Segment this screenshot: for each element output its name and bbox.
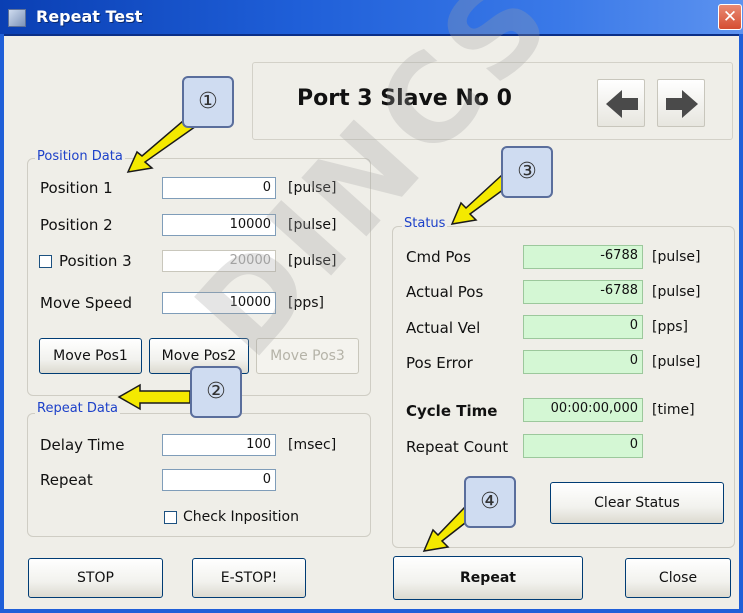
delay-time-label: Delay Time	[40, 436, 125, 454]
stop-button[interactable]: STOP	[28, 558, 163, 598]
status-label: Status	[402, 216, 448, 231]
actual-pos-label: Actual Pos	[406, 283, 484, 301]
check-inposition-label: Check Inposition	[183, 509, 299, 525]
callout-3: ③	[501, 146, 553, 198]
repeat-count-label: Repeat Count	[406, 438, 509, 456]
delay-time-unit: [msec]	[288, 437, 337, 453]
cmd-pos-value: -6788	[523, 245, 643, 269]
pos-error-unit: [pulse]	[652, 354, 701, 370]
position2-unit: [pulse]	[288, 217, 337, 233]
position1-label: Position 1	[40, 179, 113, 197]
arrow-right-icon	[666, 90, 698, 118]
check-inposition-checkbox[interactable]	[164, 511, 177, 524]
title-bar[interactable]: Repeat Test ✕	[0, 0, 743, 36]
cycle-time-unit: [time]	[652, 402, 695, 418]
position1-unit: [pulse]	[288, 180, 337, 196]
actual-vel-unit: [pps]	[652, 319, 688, 335]
pos-error-label: Pos Error	[406, 354, 473, 372]
callout-4: ④	[464, 476, 516, 528]
position3-checkbox[interactable]	[39, 255, 52, 268]
position2-label: Position 2	[40, 216, 113, 234]
cmd-pos-label: Cmd Pos	[406, 248, 471, 266]
cmd-pos-unit: [pulse]	[652, 249, 701, 265]
next-slave-button[interactable]	[657, 79, 705, 127]
repeat-test-window: Repeat Test ✕ Port 3 Slave No 0 Position…	[0, 0, 743, 613]
actual-pos-value: -6788	[523, 280, 643, 304]
arrow-left-icon	[606, 90, 638, 118]
position-data-label: Position Data	[35, 149, 125, 164]
actual-vel-value: 0	[523, 315, 643, 339]
delay-time-input[interactable]: 100	[162, 434, 276, 456]
callout-2: ②	[190, 366, 242, 418]
position1-input[interactable]: 0	[162, 177, 276, 199]
move-speed-label: Move Speed	[40, 294, 133, 312]
repeat-input[interactable]: 0	[162, 469, 276, 491]
position3-unit: [pulse]	[288, 253, 337, 269]
pos-error-value: 0	[523, 350, 643, 374]
close-button[interactable]: Close	[625, 558, 731, 598]
callout-1: ①	[182, 76, 234, 128]
window-frame-left	[0, 34, 4, 613]
move-speed-unit: [pps]	[288, 295, 324, 311]
repeat-data-label: Repeat Data	[35, 401, 120, 416]
repeat-count-value: 0	[523, 434, 643, 458]
actual-vel-label: Actual Vel	[406, 319, 481, 337]
window-title: Repeat Test	[36, 7, 143, 26]
move-pos1-button[interactable]: Move Pos1	[39, 338, 142, 374]
close-window-icon[interactable]: ✕	[718, 4, 742, 30]
app-icon	[8, 9, 26, 27]
position3-label: Position 3	[59, 252, 132, 270]
clear-status-button[interactable]: Clear Status	[550, 482, 724, 524]
actual-pos-unit: [pulse]	[652, 284, 701, 300]
position3-input[interactable]: 20000	[162, 250, 276, 272]
estop-button[interactable]: E-STOP!	[192, 558, 306, 598]
position2-input[interactable]: 10000	[162, 214, 276, 236]
move-pos3-button[interactable]: Move Pos3	[256, 338, 359, 374]
repeat-label: Repeat	[40, 471, 93, 489]
port-title: Port 3 Slave No 0	[297, 86, 512, 111]
repeat-button[interactable]: Repeat	[393, 556, 583, 600]
cycle-time-label: Cycle Time	[406, 402, 498, 420]
window-frame-bottom	[0, 609, 743, 613]
move-speed-input[interactable]: 10000	[162, 292, 276, 314]
prev-slave-button[interactable]	[597, 79, 645, 127]
cycle-time-value: 00:00:00,000	[523, 398, 643, 422]
window-frame-right	[739, 34, 743, 613]
